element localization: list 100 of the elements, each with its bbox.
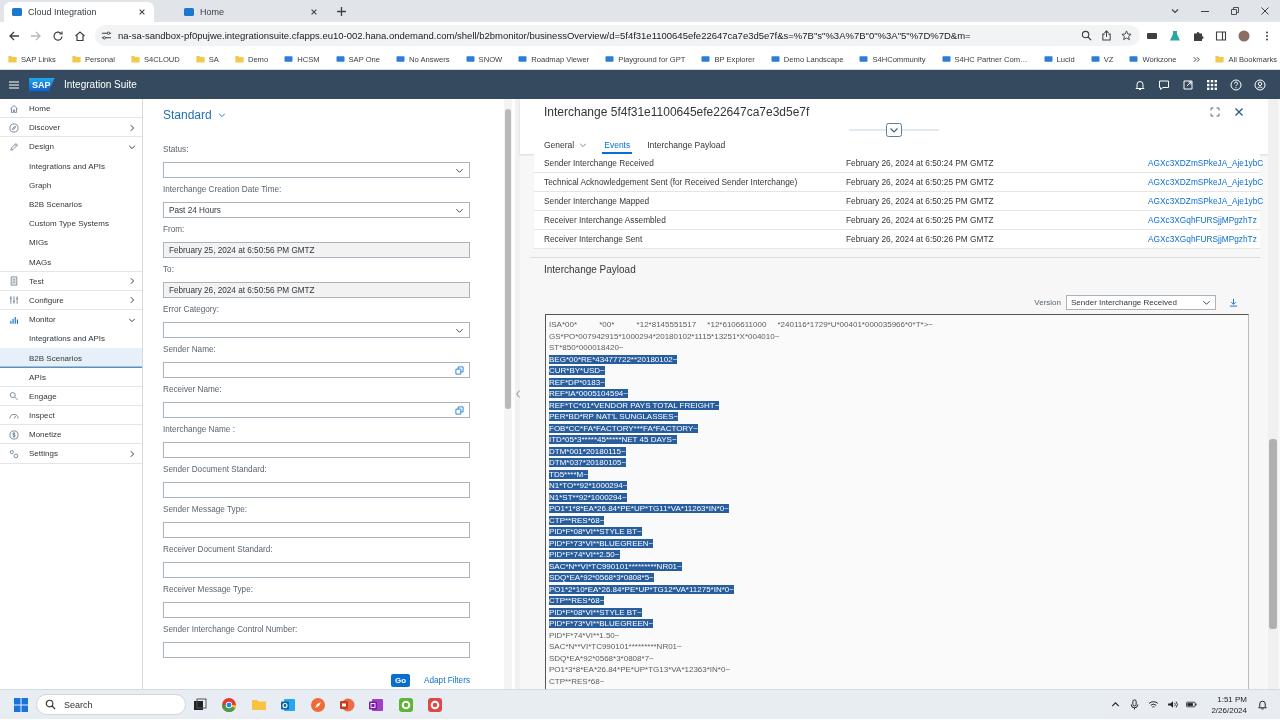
nav-subitem[interactable]: Integrations and APIs bbox=[0, 156, 142, 176]
mail-app-icon[interactable] bbox=[280, 696, 297, 713]
nav-subitem[interactable]: B2B Scenarios bbox=[0, 194, 142, 215]
chevron-right-icon[interactable] bbox=[128, 277, 136, 286]
notebook-app-icon[interactable] bbox=[368, 696, 385, 713]
message-id-link[interactable]: AGXc3XDZmSPkeJA_Aje1ybC bbox=[1148, 196, 1264, 206]
flask-icon[interactable] bbox=[1168, 29, 1181, 42]
bell-icon[interactable] bbox=[1134, 78, 1146, 91]
browser-tab[interactable]: Home bbox=[176, 2, 326, 22]
value-help-icon[interactable] bbox=[455, 405, 464, 415]
nav-item[interactable]: Home bbox=[0, 99, 142, 119]
share-icon[interactable] bbox=[1101, 30, 1112, 41]
input-field[interactable] bbox=[163, 602, 470, 618]
input-field[interactable] bbox=[163, 482, 470, 498]
value-help-field[interactable] bbox=[163, 362, 470, 378]
nav-item[interactable]: Configure bbox=[0, 290, 142, 311]
nav-item[interactable]: Inspect bbox=[0, 406, 142, 426]
microphone-icon[interactable] bbox=[1129, 699, 1141, 710]
start-icon[interactable] bbox=[14, 697, 28, 712]
scrollbar[interactable] bbox=[504, 99, 512, 689]
battery-icon[interactable] bbox=[1186, 699, 1198, 710]
user-icon[interactable] bbox=[1254, 78, 1266, 91]
download-icon[interactable] bbox=[1229, 298, 1238, 307]
close-icon[interactable] bbox=[138, 8, 146, 16]
message-id-link[interactable]: AGXc3XDZmSPkeJA_Aje1ybC bbox=[1148, 158, 1264, 168]
message-id-link[interactable]: AGXc3XDZmSPkeJA_Aje1ybC bbox=[1148, 177, 1264, 187]
compass-app-icon[interactable] bbox=[309, 696, 326, 713]
dropdown-field[interactable]: Past 24 Hours bbox=[163, 202, 470, 218]
ring-app-icon[interactable] bbox=[427, 696, 443, 713]
message-id-link[interactable]: AGXc3XGqhFURSjjMPgzhTz bbox=[1148, 215, 1257, 225]
date-field[interactable]: February 25, 2024 at 6:50:56 PM GMTZ bbox=[163, 242, 470, 258]
chevron-down-icon[interactable] bbox=[1170, 6, 1180, 16]
browser-tab[interactable]: Cloud Integration bbox=[4, 2, 154, 22]
close-icon[interactable] bbox=[1260, 6, 1270, 16]
input-field[interactable] bbox=[163, 562, 470, 578]
date-field[interactable]: February 26, 2024 at 6:50:56 PM GMTZ bbox=[163, 282, 470, 298]
help-icon[interactable] bbox=[1230, 78, 1242, 91]
value-help-icon[interactable] bbox=[455, 365, 464, 375]
task-view-icon[interactable] bbox=[192, 696, 208, 713]
bell-icon[interactable] bbox=[1257, 699, 1268, 710]
dropdown-field[interactable]: Sender Interchange Received bbox=[1066, 295, 1216, 310]
chevron-double-icon[interactable] bbox=[1192, 54, 1202, 64]
chevron-down-icon[interactable] bbox=[128, 315, 136, 324]
nav-item[interactable]: Monitor bbox=[0, 310, 142, 330]
input-field[interactable] bbox=[163, 442, 470, 458]
value-help-field[interactable] bbox=[163, 402, 470, 418]
close-icon[interactable] bbox=[310, 8, 318, 16]
chevron-right-icon[interactable] bbox=[128, 296, 136, 305]
reload-icon[interactable] bbox=[52, 29, 64, 42]
speaker-icon[interactable] bbox=[1167, 699, 1179, 710]
tab[interactable]: General bbox=[544, 135, 590, 154]
input-field[interactable] bbox=[163, 522, 470, 538]
menu-icon[interactable] bbox=[8, 78, 20, 91]
app-grid-icon[interactable] bbox=[1206, 78, 1218, 91]
dropdown-field[interactable] bbox=[163, 322, 470, 338]
nav-subitem[interactable]: Graph bbox=[0, 175, 142, 195]
nav-item[interactable]: Test bbox=[0, 271, 142, 291]
collapse-toggle-icon[interactable] bbox=[849, 122, 939, 137]
chevron-down-icon[interactable] bbox=[128, 142, 136, 151]
logo[interactable]: SAP bbox=[29, 77, 55, 92]
puzzle-icon[interactable] bbox=[1191, 29, 1204, 42]
chevron-down-icon[interactable] bbox=[1202, 298, 1211, 307]
side-panel-icon[interactable] bbox=[1214, 29, 1227, 42]
chevron-right-icon[interactable] bbox=[128, 123, 136, 132]
fullscreen-icon[interactable] bbox=[1210, 106, 1220, 117]
tab[interactable]: Interchange Payload bbox=[645, 135, 728, 154]
avatar-icon[interactable] bbox=[1237, 29, 1250, 42]
tune-icon[interactable] bbox=[101, 30, 112, 41]
nav-item[interactable]: Engage bbox=[0, 386, 142, 406]
nav-subitem[interactable]: B2B Scenarios bbox=[0, 348, 142, 368]
adapt-filters-link[interactable]: Adapt Filters bbox=[424, 676, 470, 685]
payload-text-area[interactable] bbox=[545, 314, 1249, 689]
nav-item[interactable]: Settings bbox=[0, 444, 142, 464]
search-field[interactable]: Search bbox=[36, 694, 186, 715]
ring-app-icon[interactable] bbox=[397, 696, 414, 713]
nav-item[interactable]: Design bbox=[0, 137, 142, 157]
nav-item[interactable]: Discover bbox=[0, 118, 142, 138]
home-icon[interactable] bbox=[74, 29, 86, 42]
address-field[interactable]: na-sa-sandbox-pf0pujwe.integrationsuite.cfapps.eu10-002.hana.ondemand.com/shell/b2bmonitor/businessOverview/d=5f4f31e1100645efe22647ca7e3d5e7f&s=%7B"s"%3A%7B"0"%3A"5"%7D%7D&m= bbox=[95, 25, 1140, 46]
dropdown-field[interactable] bbox=[163, 162, 470, 178]
scrollbar[interactable] bbox=[1268, 99, 1278, 689]
nav-subitem[interactable]: MIGs bbox=[0, 233, 142, 253]
wifi-icon[interactable] bbox=[1148, 699, 1160, 710]
chat-icon[interactable] bbox=[1158, 78, 1170, 91]
star-icon[interactable] bbox=[1121, 30, 1132, 41]
back-icon[interactable] bbox=[8, 29, 20, 42]
nav-subitem[interactable]: Integrations and APIs bbox=[0, 329, 142, 349]
input-field[interactable] bbox=[163, 642, 470, 658]
message-id-link[interactable]: AGXc3XGqhFURSjjMPgzhTz bbox=[1148, 234, 1257, 244]
variant-selector[interactable]: Standard bbox=[163, 99, 226, 131]
nav-subitem[interactable]: APIs bbox=[0, 367, 142, 387]
slides-app-icon[interactable] bbox=[338, 696, 355, 713]
export-icon[interactable] bbox=[1182, 78, 1194, 91]
nav-subitem[interactable]: MAGs bbox=[0, 252, 142, 272]
restore-icon[interactable] bbox=[1230, 6, 1240, 16]
nav-subitem[interactable]: Custom Type Systems bbox=[0, 214, 142, 234]
chevron-right-icon[interactable] bbox=[128, 449, 136, 458]
nav-item[interactable]: Monetize bbox=[0, 425, 142, 445]
go-button[interactable]: Go bbox=[390, 674, 411, 687]
magnifier-icon[interactable] bbox=[1081, 30, 1092, 41]
